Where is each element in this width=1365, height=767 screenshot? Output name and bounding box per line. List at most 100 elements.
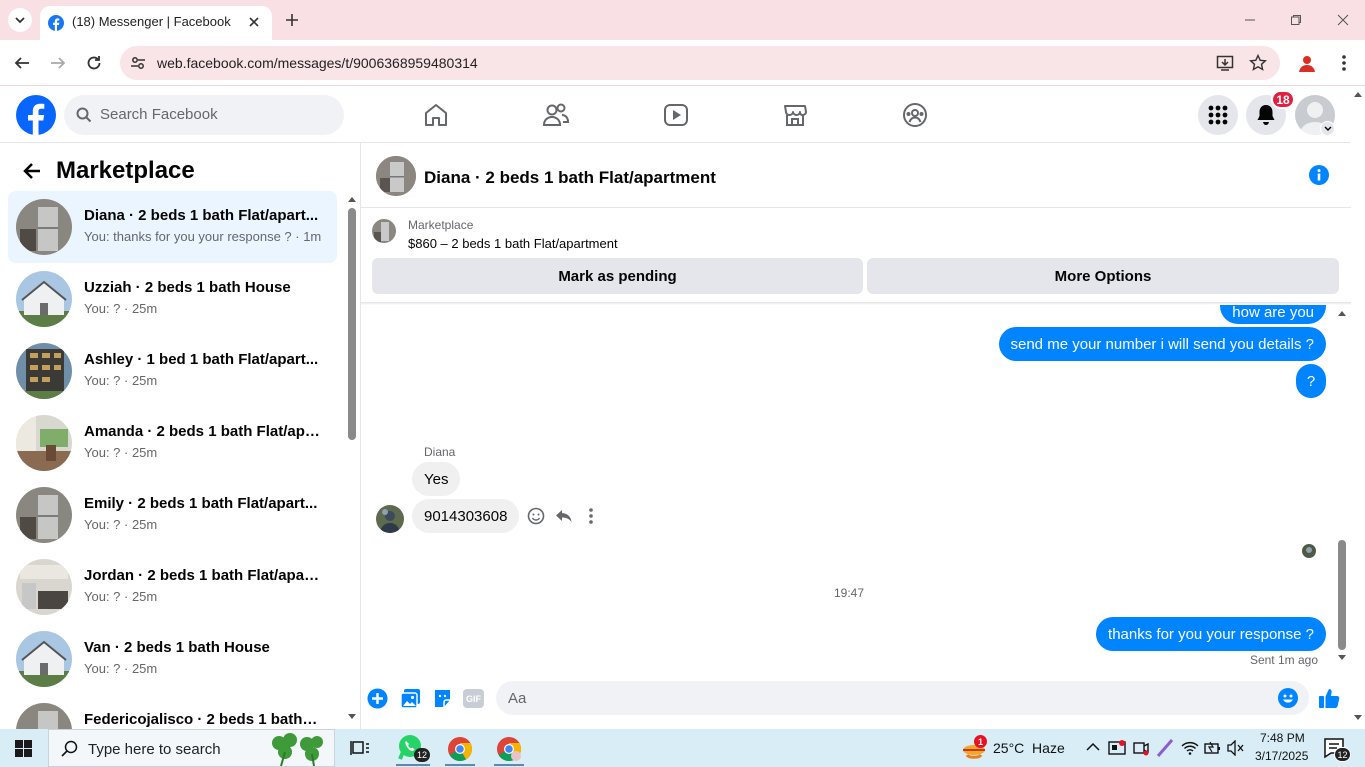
listing-photo-icon (16, 343, 72, 399)
site-settings-icon[interactable] (130, 55, 146, 71)
scroll-down-icon[interactable] (1338, 655, 1346, 661)
conversation-item[interactable]: Diana · 2 beds 1 bath Flat/apart... You: … (8, 191, 337, 263)
groups-icon[interactable] (902, 102, 928, 128)
more-options-button[interactable]: More Options (867, 258, 1339, 294)
video-icon[interactable] (663, 102, 689, 128)
incoming-message[interactable]: 9014303608 (412, 499, 520, 533)
sender-avatar[interactable] (376, 505, 404, 533)
bookmark-star-icon[interactable] (1249, 54, 1267, 72)
home-icon[interactable] (423, 102, 449, 128)
conversation-avatar (16, 487, 72, 543)
outgoing-message[interactable]: how are you (1220, 305, 1326, 324)
scroll-down-icon[interactable] (348, 714, 356, 720)
chrome-profile-icon[interactable] (496, 736, 522, 762)
listing-thumbnail[interactable] (372, 219, 396, 243)
sidebar-scrollbar[interactable] (346, 194, 358, 724)
message-input[interactable]: Aa (496, 681, 1309, 715)
gif-button[interactable]: GIF (463, 689, 484, 708)
wifi-icon[interactable] (1181, 740, 1199, 756)
conversation-item[interactable]: Uzziah · 2 beds 1 bath House You: ? · 25m (8, 263, 337, 335)
conversation-item[interactable]: Van · 2 beds 1 bath House You: ? · 25m (8, 623, 337, 695)
chat-header-divider (361, 207, 1351, 208)
outgoing-message[interactable]: ? (1296, 364, 1326, 398)
weather-text[interactable]: 25°C Haze (993, 740, 1065, 756)
chevron-up-icon[interactable] (1086, 742, 1100, 752)
pen-icon[interactable] (1156, 738, 1174, 758)
outgoing-message[interactable]: send me your number i will send you deta… (998, 327, 1326, 361)
back-arrow-icon[interactable] (13, 54, 31, 72)
friends-icon[interactable] (542, 102, 570, 128)
chrome-icon[interactable] (447, 736, 473, 762)
marketplace-icon[interactable] (782, 102, 808, 128)
task-view-icon[interactable] (350, 739, 370, 757)
attach-photo-icon[interactable] (400, 688, 421, 709)
taskbar-underline (445, 764, 475, 766)
profile-icon[interactable] (1297, 53, 1317, 73)
listing-detail[interactable]: $860 – 2 beds 1 bath Flat/apartment (408, 236, 618, 251)
url-text[interactable]: web.facebook.com/messages/t/900636895948… (157, 55, 478, 71)
listing-photo-icon (16, 415, 72, 471)
tab-list-button[interactable] (8, 8, 32, 32)
battery-icon[interactable] (1204, 740, 1222, 756)
outgoing-message[interactable]: thanks for you your response ? (1096, 617, 1326, 651)
conversation-item[interactable]: Jordan · 2 beds 1 bath Flat/apart... You:… (8, 551, 337, 623)
listing-photo-icon (16, 271, 72, 327)
scrollbar-thumb[interactable] (1338, 540, 1346, 650)
scroll-up-icon[interactable] (1338, 310, 1346, 316)
reply-icon[interactable] (555, 507, 573, 525)
incoming-message[interactable]: Yes (412, 462, 461, 496)
restore-icon[interactable] (1290, 14, 1302, 26)
minimize-icon[interactable] (1244, 14, 1256, 26)
chat-avatar[interactable] (376, 156, 416, 196)
search-input[interactable]: Search Facebook (64, 95, 344, 135)
conversation-item[interactable]: Ashley · 1 bed 1 bath Flat/apart... You: … (8, 335, 337, 407)
browser-tab[interactable]: (18) Messenger | Facebook (40, 6, 272, 40)
emoji-icon[interactable] (1278, 688, 1298, 708)
back-arrow-icon[interactable] (22, 161, 42, 181)
conversation-item[interactable]: Amanda · 2 beds 1 bath Flat/apa... You: ?… (8, 407, 337, 479)
info-icon[interactable] (1309, 165, 1329, 185)
message-timestamp: 19:47 (834, 586, 865, 600)
whatsapp-taskbar-button[interactable]: 12 (396, 733, 430, 763)
page-scrollbar[interactable] (1351, 86, 1365, 729)
new-tab-icon[interactable] (285, 13, 299, 27)
account-dropdown[interactable] (1320, 121, 1335, 136)
forward-arrow-icon[interactable] (49, 54, 67, 72)
add-more-icon[interactable] (367, 688, 388, 709)
browser-menu-icon[interactable] (1341, 53, 1347, 73)
conversation-preview: You: ? · 25m (84, 661, 158, 676)
thumbs-up-icon[interactable] (1318, 687, 1340, 709)
taskbar-search-box[interactable]: Type here to search (48, 729, 335, 767)
sender-photo-icon (376, 505, 404, 533)
more-actions-icon[interactable] (588, 507, 594, 525)
camera-icon[interactable] (1133, 739, 1149, 757)
tab-title: (18) Messenger | Facebook (72, 14, 231, 29)
menu-button[interactable] (1198, 95, 1238, 135)
install-app-icon[interactable] (1216, 54, 1234, 72)
facebook-logo-icon[interactable] (16, 95, 56, 135)
more-options-label: More Options (1054, 267, 1152, 285)
scrollbar-thumb[interactable] (348, 208, 356, 440)
screen-capture-icon[interactable] (1108, 739, 1126, 757)
sticker-icon[interactable] (432, 688, 453, 709)
react-emoji-icon[interactable] (527, 507, 545, 525)
address-bar[interactable]: web.facebook.com/messages/t/900636895948… (120, 46, 1280, 80)
reload-icon[interactable] (85, 54, 103, 72)
volume-muted-icon[interactable] (1227, 740, 1245, 756)
conversation-item[interactable]: Emily · 2 beds 1 bath Flat/apart... You: … (8, 479, 337, 551)
scroll-up-icon[interactable] (1354, 91, 1362, 97)
chat-scrollbar[interactable] (1336, 305, 1348, 667)
window-close-icon[interactable] (1337, 14, 1349, 26)
scroll-down-icon[interactable] (1354, 715, 1362, 721)
scroll-up-icon[interactable] (348, 196, 356, 202)
clock-date[interactable]: 3/17/2025 (1255, 749, 1308, 763)
mark-pending-button[interactable]: Mark as pending (372, 258, 863, 294)
chat-title[interactable]: Diana · 2 beds 1 bath Flat/apartment (424, 168, 716, 188)
weather-badge: 1 (974, 735, 987, 748)
clock-time[interactable]: 7:48 PM (1260, 731, 1305, 745)
notification-badge: 18 (1271, 90, 1295, 109)
message-text: how are you (1232, 305, 1314, 321)
close-icon[interactable] (248, 16, 260, 28)
windows-start-icon[interactable] (15, 740, 32, 757)
conversation-name: Amanda · 2 beds 1 bath Flat/apa... (84, 423, 320, 440)
